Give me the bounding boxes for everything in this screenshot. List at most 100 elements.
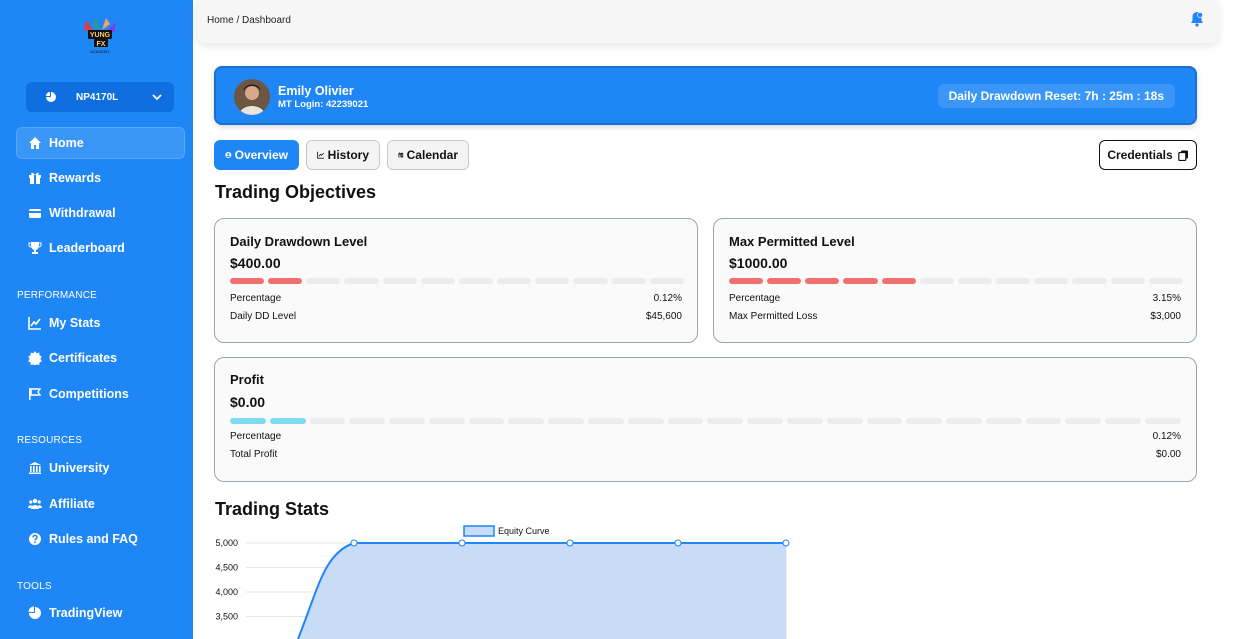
section-title-performance: PERFORMANCE: [17, 290, 97, 301]
sidebar-item-label: Rewards: [49, 171, 102, 185]
progress-segment: [1105, 418, 1141, 424]
y-tick-label: 5,000: [215, 538, 238, 548]
card-title: Daily Drawdown Level: [230, 234, 368, 249]
progress-segment: [230, 418, 266, 424]
progress-segment: [230, 278, 265, 284]
profile-banner: Emily Olivier MT Login: 42239021 Daily D…: [214, 66, 1197, 125]
progress-segment: [611, 278, 646, 284]
progress-segment: [729, 278, 764, 284]
progress-segment: [906, 418, 943, 424]
progress-segment: [826, 418, 863, 424]
sidebar-item-leaderboard[interactable]: Leaderboard: [16, 232, 185, 264]
progress-segment: [420, 278, 455, 284]
progress-segment: [767, 278, 802, 284]
progress-segment: [946, 418, 982, 424]
row-label: Percentage: [729, 293, 781, 304]
sidebar-item-competitions[interactable]: Competitions: [16, 378, 185, 410]
sidebar-item-certificates[interactable]: Certificates: [16, 342, 185, 374]
equity-curve-chart: 5,000 4,500 4,000 3,500 Equity Curve: [215, 525, 790, 639]
progress-segment: [1065, 418, 1102, 424]
svg-text:ACADEMY: ACADEMY: [90, 49, 110, 54]
progress-segment: [548, 418, 585, 424]
progress-segment: [389, 418, 425, 424]
legend-swatch: [463, 525, 495, 537]
y-tick-label: 4,500: [215, 563, 238, 573]
card-amount: $0.00: [230, 394, 266, 410]
avatar[interactable]: [234, 79, 270, 115]
sidebar-item-label: Withdrawal: [49, 206, 116, 220]
progress-segment: [1110, 278, 1145, 284]
progress-segment: [957, 278, 993, 284]
progress-segment: [747, 418, 783, 424]
home-icon: [29, 137, 41, 149]
sidebar-item-home[interactable]: Home: [16, 127, 185, 159]
profit-card: Profit $0.00 Percentage 0.12% Total Prof…: [214, 357, 1197, 482]
progress-segment: [349, 418, 386, 424]
progress-segment: [309, 418, 346, 424]
progress-segment: [588, 418, 624, 424]
credentials-button[interactable]: Credentials: [1099, 140, 1197, 170]
breadcrumb[interactable]: Home / Dashboard: [207, 15, 291, 26]
progress-segment: [535, 278, 570, 284]
brand-logo[interactable]: YUNG FX ACADEMY: [80, 16, 120, 56]
gift-icon: [29, 172, 41, 184]
sidebar-item-label: Leaderboard: [49, 241, 125, 255]
percentage-row: Percentage 0.12%: [230, 431, 1181, 442]
sidebar-item-label: University: [49, 461, 110, 475]
progress-segment: [881, 278, 916, 284]
progress-segment: [306, 278, 341, 284]
progress-bar: [729, 278, 1183, 284]
users-icon: [28, 498, 42, 509]
row-value: $45,600: [645, 311, 682, 322]
total-profit-row: Total Profit $0.00: [230, 449, 1181, 460]
progress-segment: [996, 278, 1031, 284]
progress-bar: [230, 418, 1181, 424]
sidebar-item-affiliate[interactable]: Affiliate: [16, 488, 185, 520]
calendar-icon: [398, 152, 404, 158]
sidebar-item-tradingview[interactable]: TradingView: [16, 597, 185, 629]
progress-segment: [1148, 278, 1183, 284]
row-value: 3.15%: [1152, 293, 1181, 304]
sidebar-item-my-stats[interactable]: My Stats: [16, 307, 185, 339]
tab-overview[interactable]: Overview: [214, 140, 299, 170]
pie-chart-icon: [28, 606, 41, 619]
percentage-row: Percentage 0.12%: [230, 293, 682, 304]
tab-calendar[interactable]: Calendar: [387, 140, 469, 170]
chart-line-icon: [317, 151, 325, 159]
row-label: Percentage: [230, 293, 282, 304]
progress-segment: [268, 278, 303, 284]
bell-icon[interactable]: [1188, 10, 1206, 28]
max-permitted-loss-row: Max Permitted Loss $3,000: [729, 311, 1181, 322]
progress-segment: [866, 418, 903, 424]
sidebar-item-label: Competitions: [49, 387, 129, 401]
tab-label: Calendar: [406, 148, 458, 162]
row-value: 0.12%: [653, 293, 682, 304]
progress-segment: [1072, 278, 1107, 284]
progress-segment: [985, 418, 1022, 424]
sidebar-item-rewards[interactable]: Rewards: [16, 162, 185, 194]
sidebar-item-university[interactable]: University: [16, 452, 185, 484]
sidebar-item-label: Home: [49, 136, 84, 150]
copy-icon: [1177, 150, 1188, 161]
row-label: Max Permitted Loss: [729, 311, 818, 322]
progress-segment: [497, 278, 532, 284]
progress-segment: [1025, 418, 1062, 424]
account-selector[interactable]: NP4170L: [26, 82, 174, 112]
credentials-label: Credentials: [1107, 148, 1173, 162]
sidebar-item-withdrawal[interactable]: Withdrawal: [16, 197, 185, 229]
row-label: Total Profit: [230, 449, 278, 460]
top-bar: Home / Dashboard: [197, 0, 1218, 43]
chevron-down-icon: [152, 94, 162, 101]
flag-icon: [29, 388, 42, 400]
chart-line-icon: [28, 317, 41, 330]
drawdown-reset-timer: Daily Drawdown Reset: 7h : 25m : 18s: [937, 84, 1175, 108]
card-title: Profit: [230, 372, 264, 387]
trading-stats-title: Trading Stats: [215, 499, 330, 519]
y-tick-label: 4,000: [215, 587, 238, 597]
tab-history[interactable]: History: [306, 140, 380, 170]
data-point: [350, 539, 358, 547]
progress-segment: [269, 418, 306, 424]
sidebar-item-label: Affiliate: [49, 497, 95, 511]
sidebar-item-rules-faq[interactable]: Rules and FAQ: [16, 523, 185, 555]
account-label: NP4170L: [76, 91, 119, 103]
